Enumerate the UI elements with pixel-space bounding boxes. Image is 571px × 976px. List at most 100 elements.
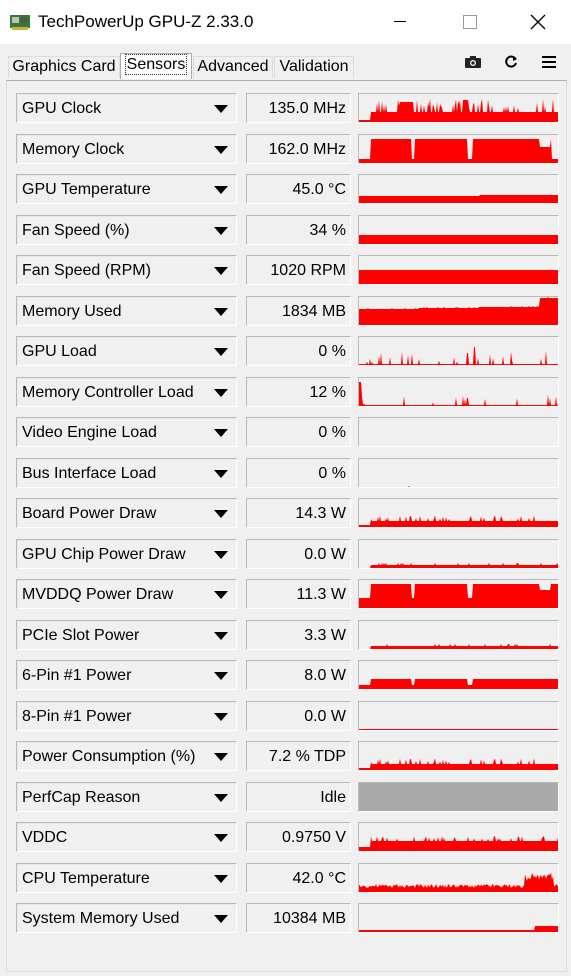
sensor-value-text: 0.9750 V <box>281 829 346 846</box>
sensor-graph[interactable] <box>358 417 559 447</box>
sensor-graph[interactable] <box>358 619 559 650</box>
sensor-row-fan-speed-rpm: Fan Speed (RPM) 1020 RPM <box>16 255 559 285</box>
sensor-value-text: 0 % <box>318 343 346 360</box>
sensor-value-text: 7.2 % TDP <box>268 748 346 765</box>
graph-trace <box>359 98 558 122</box>
sensor-graph[interactable] <box>358 538 559 569</box>
dropdown-arrow-icon <box>214 429 228 437</box>
dropdown-arrow-icon <box>214 591 228 599</box>
dropdown-arrow-icon <box>214 834 228 842</box>
sensor-row-system-memory-used: System Memory Used 10384 MB <box>16 903 559 933</box>
dropdown-arrow-icon <box>214 510 228 518</box>
sensor-select[interactable]: GPU Chip Power Draw <box>16 538 237 569</box>
tab-strip: Graphics Card Sensors Advanced Validatio… <box>0 44 571 80</box>
sensor-value: 0 % <box>246 457 351 488</box>
sensor-select[interactable]: Fan Speed (%) <box>16 214 237 245</box>
sensor-select[interactable]: MVDDQ Power Draw <box>16 579 237 609</box>
sensor-select[interactable]: PCIe Slot Power <box>16 619 237 650</box>
sensor-value: Idle <box>246 781 351 812</box>
sensor-graph[interactable] <box>358 700 559 731</box>
sensor-select[interactable]: Board Power Draw <box>16 498 237 528</box>
close-button[interactable] <box>505 0 571 44</box>
sensor-graph[interactable] <box>358 579 559 609</box>
sensor-row-cpu-temperature: CPU Temperature 42.0 °C <box>16 862 559 893</box>
sensor-label: Bus Interface Load <box>22 464 157 482</box>
sensor-graph[interactable] <box>358 457 559 488</box>
graph-trace <box>359 836 558 851</box>
sensor-value-text: 3.3 W <box>304 626 346 644</box>
dropdown-arrow-icon <box>214 753 228 761</box>
sensor-graph[interactable] <box>358 214 559 245</box>
graph-fill <box>359 758 558 770</box>
sensor-select[interactable]: Fan Speed (RPM) <box>16 255 237 285</box>
sensor-value: 162.0 MHz <box>246 133 351 164</box>
sensor-select[interactable]: GPU Clock <box>16 93 237 123</box>
tab-validation[interactable]: Validation <box>274 56 354 78</box>
sensor-select[interactable]: Memory Clock <box>16 133 237 164</box>
graph-trace <box>359 296 558 325</box>
sensor-select[interactable]: System Memory Used <box>16 903 237 933</box>
sensor-value: 0 % <box>246 417 351 447</box>
sensor-row-vddc: VDDC 0.9750 V <box>16 822 559 852</box>
sensor-graph[interactable] <box>358 255 559 285</box>
sensor-select[interactable]: GPU Temperature <box>16 174 237 204</box>
sensor-value-text: 0 % <box>318 464 346 482</box>
sensor-value-text: 11.3 W <box>296 586 347 603</box>
dropdown-arrow-icon <box>214 631 228 640</box>
graph-trace <box>359 515 558 527</box>
sensor-select[interactable]: Memory Used <box>16 295 237 326</box>
sensor-graph[interactable] <box>358 781 559 812</box>
minimize-button[interactable] <box>365 0 435 44</box>
sensor-select[interactable]: PerfCap Reason <box>16 781 237 812</box>
graph-trace <box>359 871 558 892</box>
sensor-select[interactable]: 8-Pin #1 Power <box>16 700 237 731</box>
dropdown-arrow-icon <box>214 388 228 397</box>
tab-sensors[interactable]: Sensors <box>120 53 192 79</box>
sensor-select[interactable]: Power Consumption (%) <box>16 741 237 771</box>
sensor-graph[interactable] <box>358 741 559 771</box>
sensor-graph[interactable] <box>358 376 559 407</box>
sensor-select[interactable]: Memory Controller Load <box>16 376 237 407</box>
sensor-graph[interactable] <box>358 498 559 528</box>
graph-fill <box>359 836 558 851</box>
sensor-graph[interactable] <box>358 822 559 852</box>
sensor-select[interactable]: 6-Pin #1 Power <box>16 660 237 690</box>
sensor-value-text: 162.0 MHz <box>268 140 346 158</box>
sensor-graph[interactable] <box>358 336 559 366</box>
sensor-graph[interactable] <box>358 903 559 933</box>
sensor-graph[interactable] <box>358 660 559 690</box>
dropdown-arrow-icon <box>214 105 228 113</box>
sensor-select[interactable]: Video Engine Load <box>16 417 237 447</box>
sensor-select[interactable]: VDDC <box>16 822 237 852</box>
sensor-graph[interactable] <box>358 133 559 164</box>
tab-advanced[interactable]: Advanced <box>193 56 273 78</box>
sensor-select[interactable]: Bus Interface Load <box>16 457 237 488</box>
graph-fill <box>359 871 558 892</box>
graph-fill <box>359 296 558 325</box>
graph-fill <box>359 234 558 244</box>
sensor-select[interactable]: GPU Load <box>16 336 237 366</box>
sensor-select[interactable]: CPU Temperature <box>16 862 237 893</box>
sensor-graph[interactable] <box>358 174 559 204</box>
sensor-graph[interactable] <box>358 295 559 326</box>
sensor-row-fan-speed: Fan Speed (%) 34 % <box>16 214 559 245</box>
refresh-button[interactable] <box>499 50 523 74</box>
sensor-value: 10384 MB <box>246 903 351 933</box>
graph-fill <box>359 138 558 163</box>
sensor-label: System Memory Used <box>22 910 180 927</box>
sensor-graph[interactable] <box>358 93 559 123</box>
menu-button[interactable] <box>537 50 561 74</box>
sensor-graph[interactable] <box>358 862 559 893</box>
tab-graphics-card[interactable]: Graphics Card <box>8 56 120 78</box>
sensor-label: 6-Pin #1 Power <box>22 667 132 684</box>
sensor-row-6-pin-1-power: 6-Pin #1 Power 8.0 W <box>16 660 559 690</box>
screenshot-button[interactable] <box>461 50 485 74</box>
graph-trace <box>359 138 558 163</box>
graph-trace <box>359 728 558 730</box>
sensor-label: Board Power Draw <box>22 505 157 522</box>
maximize-button[interactable] <box>435 0 505 44</box>
sensor-label: GPU Clock <box>22 100 102 117</box>
sensor-label: CPU Temperature <box>22 869 150 887</box>
sensor-label: GPU Chip Power Draw <box>22 545 186 563</box>
gpu-card-icon <box>10 15 30 30</box>
